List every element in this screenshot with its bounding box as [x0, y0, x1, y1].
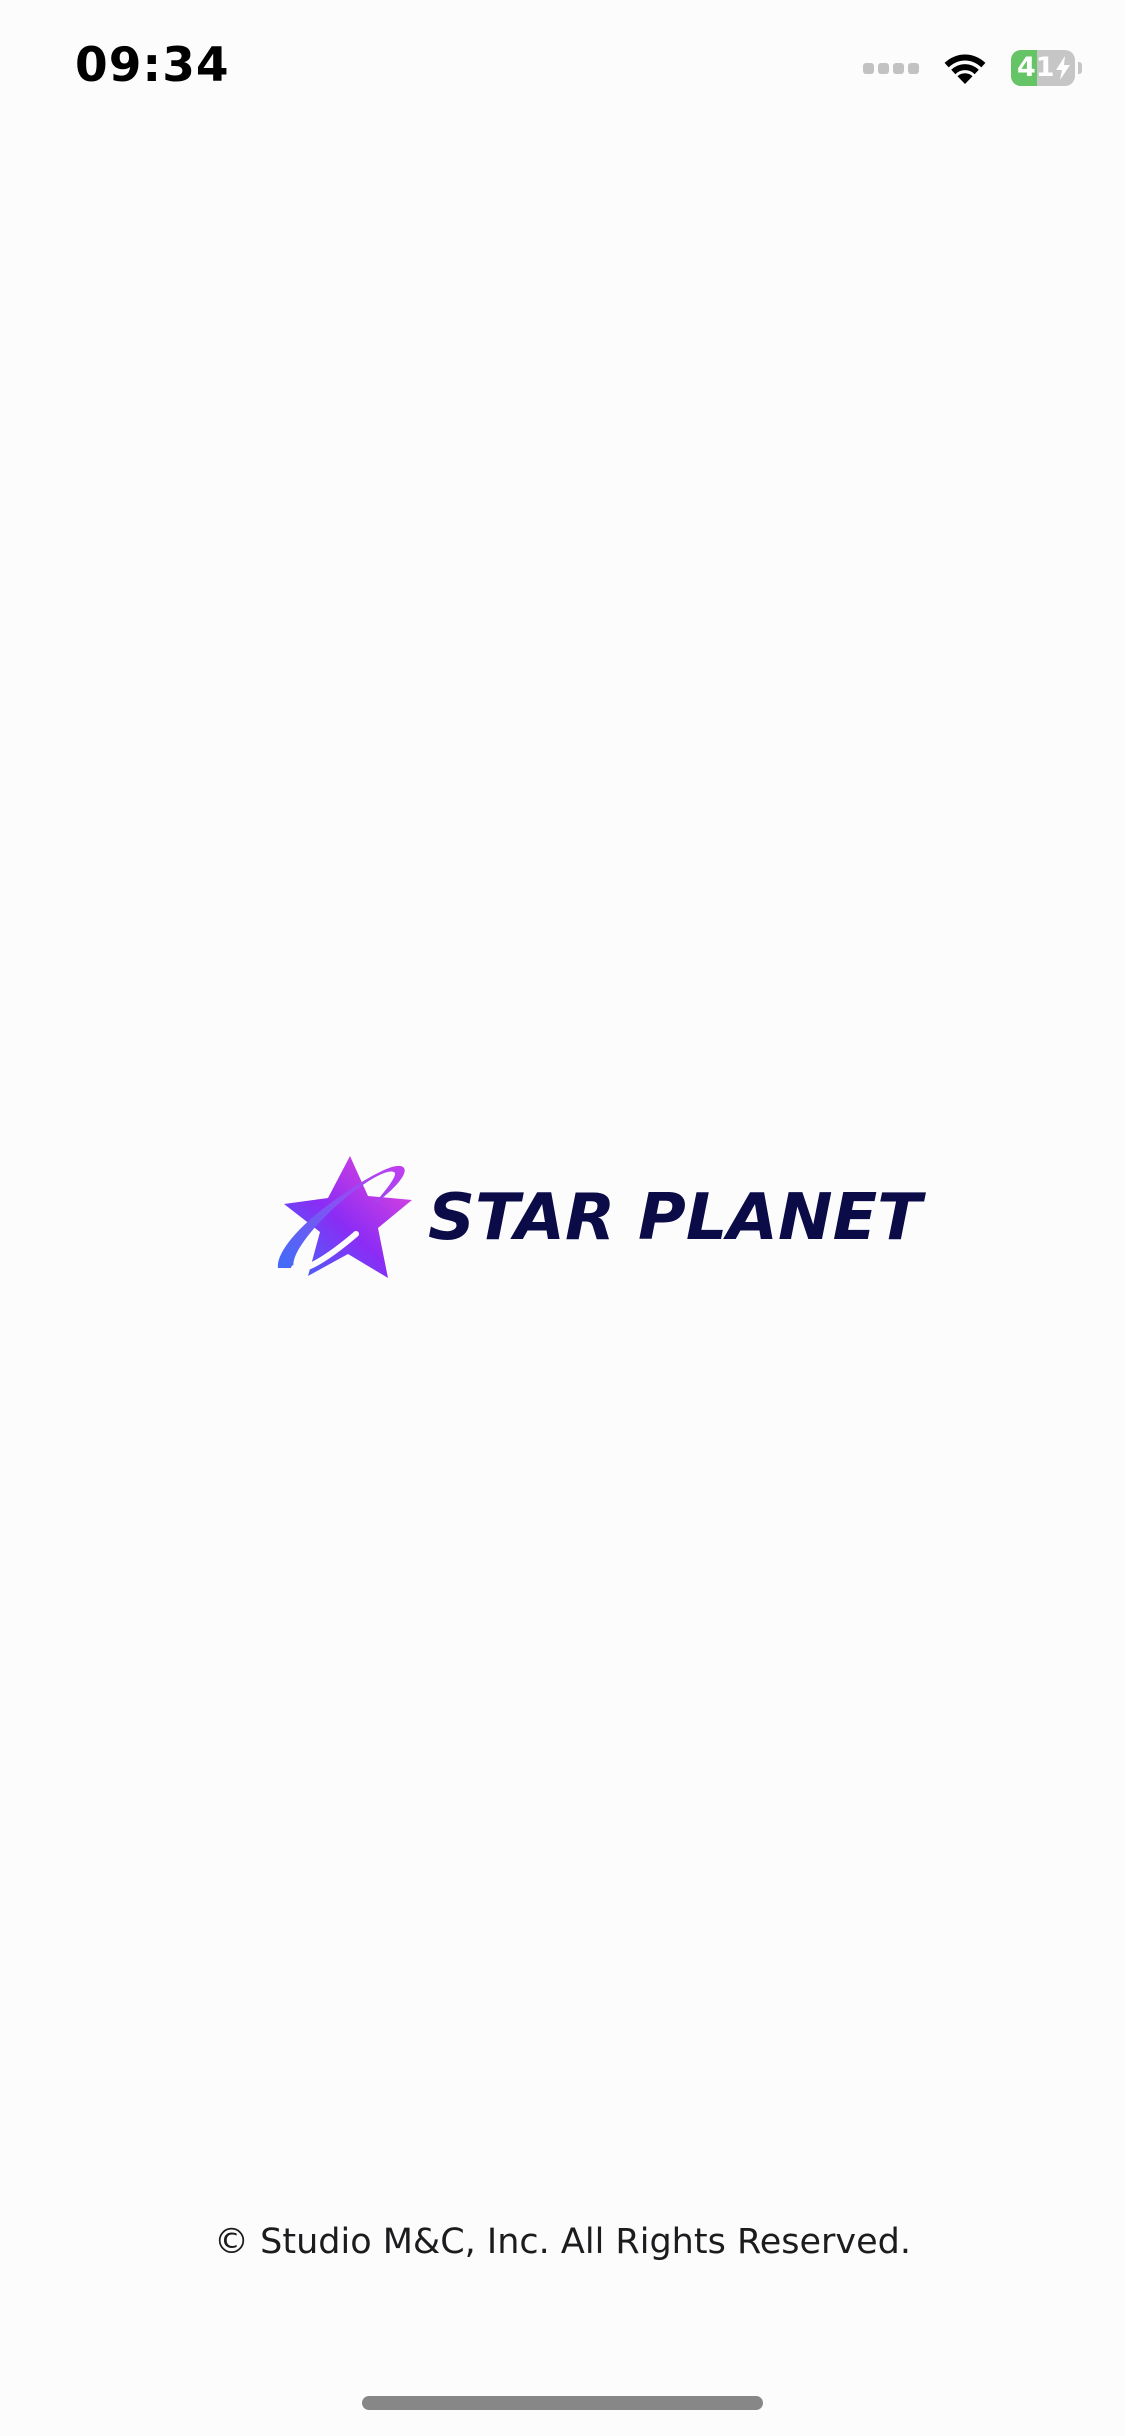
- battery-cap: [1078, 62, 1082, 74]
- logo-wordmark: STAR PLANET: [428, 1180, 922, 1255]
- battery-icon: 41: [1011, 50, 1075, 86]
- wifi-icon: [944, 54, 986, 84]
- status-time: 09:34: [75, 38, 230, 93]
- star-planet-logo: STAR PLANET: [276, 1150, 922, 1285]
- cellular-signal-icon: [863, 62, 923, 74]
- charging-bolt-icon: [1056, 56, 1070, 80]
- status-indicators: 41: [863, 48, 1082, 88]
- copyright-text: © Studio M&C, Inc. All Rights Reserved.: [214, 2222, 911, 2262]
- home-indicator[interactable]: [362, 2396, 763, 2410]
- battery-level: 41: [1017, 52, 1055, 83]
- status-bar: 09:34 41: [0, 0, 1125, 140]
- star-planet-logo-icon: [277, 1156, 412, 1278]
